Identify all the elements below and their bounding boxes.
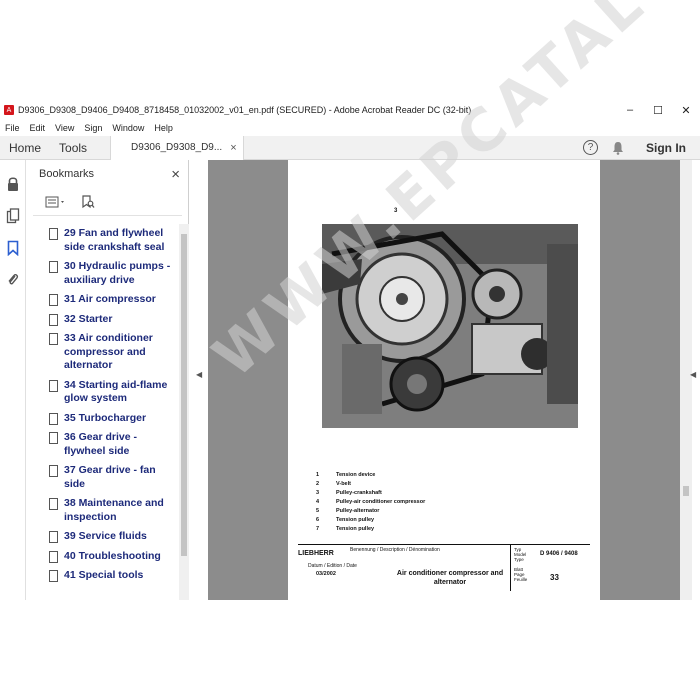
expand-right-panel-arrow-icon[interactable]: ◀ xyxy=(690,370,696,379)
acrobat-app-icon: A xyxy=(4,105,14,115)
legend-item: 1 Tension device xyxy=(316,471,376,478)
close-tab-icon[interactable]: × xyxy=(230,142,236,154)
bookmarks-toolbar xyxy=(33,188,182,216)
feuille-label: Feuille xyxy=(514,577,528,582)
bookmark-item[interactable]: 40 Troubleshooting xyxy=(27,547,179,567)
bookmarks-scroll-thumb[interactable] xyxy=(181,234,187,556)
bookmark-flag-icon xyxy=(49,412,58,425)
bookmark-icon[interactable] xyxy=(6,240,20,256)
legend-list: 1 Tension device 2 V-belt 3 Pulley-cranksha… xyxy=(316,470,425,533)
bookmark-flag-icon xyxy=(49,570,58,582)
attachment-icon[interactable] xyxy=(6,272,20,288)
footer-divider xyxy=(510,545,511,591)
legend-item: 5 Pulley-alternator xyxy=(316,507,380,514)
bookmark-flag-icon xyxy=(49,432,58,444)
bookmark-item[interactable]: 31 Air compressor xyxy=(27,290,179,310)
bookmark-item[interactable]: 30 Hydraulic pumps - auxiliary drive xyxy=(27,257,179,290)
menu-file[interactable]: File xyxy=(0,123,25,133)
left-tool-rail xyxy=(0,160,26,600)
close-panel-icon[interactable]: × xyxy=(171,166,180,183)
options-menu-icon[interactable] xyxy=(45,196,67,208)
model-number: D 9406 / 9408 xyxy=(540,551,578,557)
tab-bar: Home Tools D9306_D9308_D9... × ? Sign In xyxy=(0,135,700,160)
bookmarks-panel-header: Bookmarks × xyxy=(27,160,188,188)
legend-item: 4 Pulley-air conditioner compressor xyxy=(316,498,426,505)
bookmarks-title: Bookmarks xyxy=(39,168,95,180)
page-footer: LIEBHERR Benennung / Description / Dénom… xyxy=(298,544,590,592)
tab-bar-right: ? Sign In xyxy=(583,140,700,155)
menu-bar: File Edit View Sign Window Help xyxy=(0,120,700,136)
title-bar: A D9306_D9308_D9406_D9408_8718458_010320… xyxy=(0,100,700,120)
pages-icon[interactable] xyxy=(6,208,20,224)
callout-label: 3 xyxy=(394,208,398,214)
collapse-panel-arrow-icon[interactable]: ◀ xyxy=(196,370,202,379)
legend-item: 6 Tension pulley xyxy=(316,516,375,523)
acrobat-window: A D9306_D9308_D9406_D9408_8718458_010320… xyxy=(0,0,700,600)
type-label: Type xyxy=(514,557,524,562)
legend-item: 7 Tension pulley xyxy=(316,525,375,532)
edition-date: 03/2002 xyxy=(316,571,336,577)
engine-photo xyxy=(322,224,578,428)
minimize-button[interactable]: – xyxy=(616,100,644,120)
menu-view[interactable]: View xyxy=(50,123,79,133)
bookmarks-panel: Bookmarks × 29 Fan and flywheel side cra… xyxy=(27,160,189,600)
bookmark-flag-icon xyxy=(49,550,58,563)
legend-item: 2 V-belt xyxy=(316,480,351,487)
tab-document[interactable]: D9306_D9308_D9... × xyxy=(110,135,244,160)
bookmark-flag-icon xyxy=(49,531,58,543)
bookmark-item[interactable]: 33 Air conditioner compressor and altern… xyxy=(27,329,179,376)
bookmark-item[interactable]: 29 Fan and flywheel side crankshaft seal xyxy=(27,224,179,257)
maximize-button[interactable]: ☐ xyxy=(644,100,672,120)
bookmark-list: 29 Fan and flywheel side crankshaft seal… xyxy=(27,224,179,586)
tab-document-label: D9306_D9308_D9... xyxy=(131,142,223,153)
lock-icon[interactable] xyxy=(6,176,20,192)
page-number: 33 xyxy=(550,573,559,582)
bookmark-item[interactable]: 39 Service fluids xyxy=(27,527,179,547)
bookmark-item[interactable]: 32 Starter xyxy=(27,310,179,330)
bookmarks-scrollbar[interactable] xyxy=(179,224,189,600)
bookmark-flag-icon xyxy=(49,333,58,345)
section-title: Air conditioner compressor and alternato… xyxy=(396,570,504,586)
bookmark-flag-icon xyxy=(49,465,58,477)
find-bookmark-icon[interactable] xyxy=(81,194,95,209)
bell-icon[interactable] xyxy=(612,141,624,155)
bookmark-item[interactable]: 37 Gear drive - fan side xyxy=(27,461,179,494)
help-icon[interactable]: ? xyxy=(583,140,598,155)
bookmark-flag-icon xyxy=(49,261,58,273)
bookmark-flag-icon xyxy=(49,313,58,326)
menu-window[interactable]: Window xyxy=(107,123,149,133)
bookmark-item[interactable]: 34 Starting aid-flame glow system xyxy=(27,376,179,409)
menu-sign[interactable]: Sign xyxy=(79,123,107,133)
document-scroll-thumb[interactable] xyxy=(683,486,689,496)
bookmark-item[interactable]: 36 Gear drive - flywheel side xyxy=(27,428,179,461)
menu-edit[interactable]: Edit xyxy=(25,123,51,133)
bookmark-flag-icon xyxy=(49,498,58,510)
bookmark-flag-icon xyxy=(49,379,58,392)
pdf-page: 3 1 Tension device 2 V-belt 3 Pulley-cra… xyxy=(288,160,600,600)
tab-tools[interactable]: Tools xyxy=(50,136,96,160)
tab-home[interactable]: Home xyxy=(0,136,50,160)
document-scrollbar[interactable] xyxy=(680,160,692,600)
window-title: D9306_D9308_D9406_D9408_8718458_01032002… xyxy=(18,105,472,115)
liebherr-logo: LIEBHERR xyxy=(298,549,334,557)
sign-in-button[interactable]: Sign In xyxy=(646,141,686,155)
bookmark-item[interactable]: 35 Turbocharger xyxy=(27,409,179,429)
close-window-button[interactable]: ✕ xyxy=(672,100,700,120)
legend-item: 3 Pulley-crankshaft xyxy=(316,489,382,496)
description-label: Benennung / Description / Dénomination xyxy=(350,547,440,553)
bookmark-item[interactable]: 41 Special tools xyxy=(27,566,179,586)
bookmark-flag-icon xyxy=(49,294,58,306)
bookmark-flag-icon xyxy=(49,228,58,240)
bookmark-item[interactable]: 38 Maintenance and inspection xyxy=(27,494,179,527)
date-label: Datum / Edition / Date xyxy=(308,563,357,569)
engine-illustration xyxy=(322,224,578,428)
menu-help[interactable]: Help xyxy=(149,123,178,133)
